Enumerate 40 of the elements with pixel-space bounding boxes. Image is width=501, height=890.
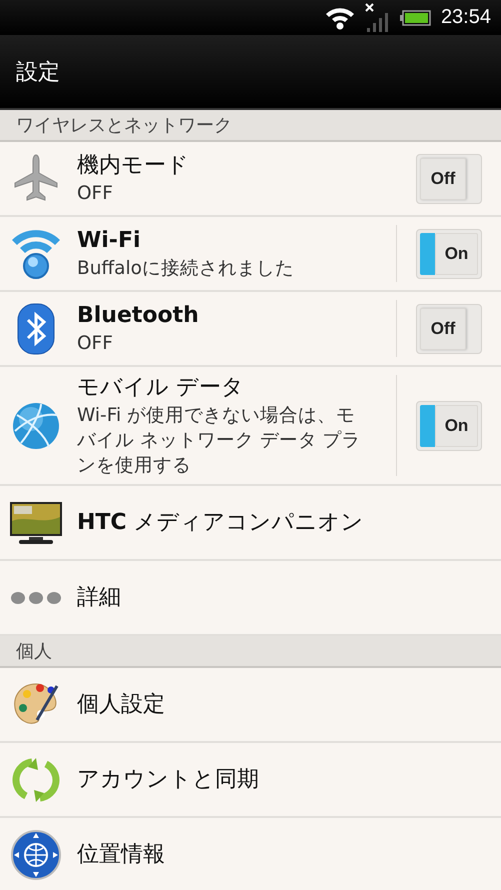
setting-summary: Wi-Fi が使用できない場合は、モバイル ネットワーク データ プランを使用する [77, 404, 362, 478]
setting-row[interactable]: Wi-Fi Buffaloに接続されました On [0, 217, 501, 292]
setting-title: 個人設定 [77, 690, 166, 718]
section-header: ワイヤレスとネットワーク [16, 114, 232, 137]
setting-row[interactable]: 機内モード OFF Off [0, 142, 501, 217]
setting-row[interactable]: モバイル データ Wi-Fi が使用できない場合は、モバイル ネットワーク データ プランを使用する On [0, 367, 501, 486]
section-header: 個人 [16, 640, 52, 663]
toggle-switch[interactable]: On [416, 228, 482, 278]
setting-row[interactable]: HTC メディアコンパニオン [0, 486, 501, 561]
setting-row[interactable]: Bluetooth OFF Off [0, 292, 501, 367]
setting-row[interactable]: 位置情報 [0, 818, 501, 890]
setting-summary: Buffaloに接続されました [77, 257, 295, 281]
setting-title: アカウントと同期 [77, 766, 260, 794]
wifi-icon [10, 228, 62, 280]
setting-title: Wi-Fi [77, 227, 142, 255]
screen-title: 設定 [16, 58, 60, 86]
monitor-icon [8, 500, 62, 544]
battery-icon [398, 10, 431, 26]
setting-title: 位置情報 [77, 840, 166, 868]
more-icon [10, 590, 62, 604]
cell-signal-icon [364, 2, 389, 32]
toggle-switch[interactable]: Off [416, 304, 482, 354]
setting-title: 機内モード [77, 152, 190, 180]
setting-title: Bluetooth [77, 302, 200, 330]
clock-time: 23:54 [440, 6, 491, 29]
setting-summary: OFF [77, 182, 114, 206]
setting-title: 詳細 [77, 584, 122, 612]
bluetooth-icon [16, 302, 56, 354]
sync-icon [12, 756, 60, 804]
setting-summary: OFF [77, 332, 114, 356]
setting-title: HTC メディアコンパニオン [77, 508, 365, 536]
globe-icon [10, 400, 60, 450]
airplane-icon [12, 154, 58, 204]
location-globe-icon [10, 830, 60, 880]
setting-row[interactable]: 個人設定 [0, 668, 501, 743]
toggle-switch[interactable]: Off [416, 154, 482, 204]
toggle-switch[interactable]: On [416, 400, 482, 450]
setting-title: モバイル データ [77, 374, 245, 402]
wifi-signal-icon [324, 6, 355, 30]
setting-row[interactable]: アカウントと同期 [0, 743, 501, 818]
